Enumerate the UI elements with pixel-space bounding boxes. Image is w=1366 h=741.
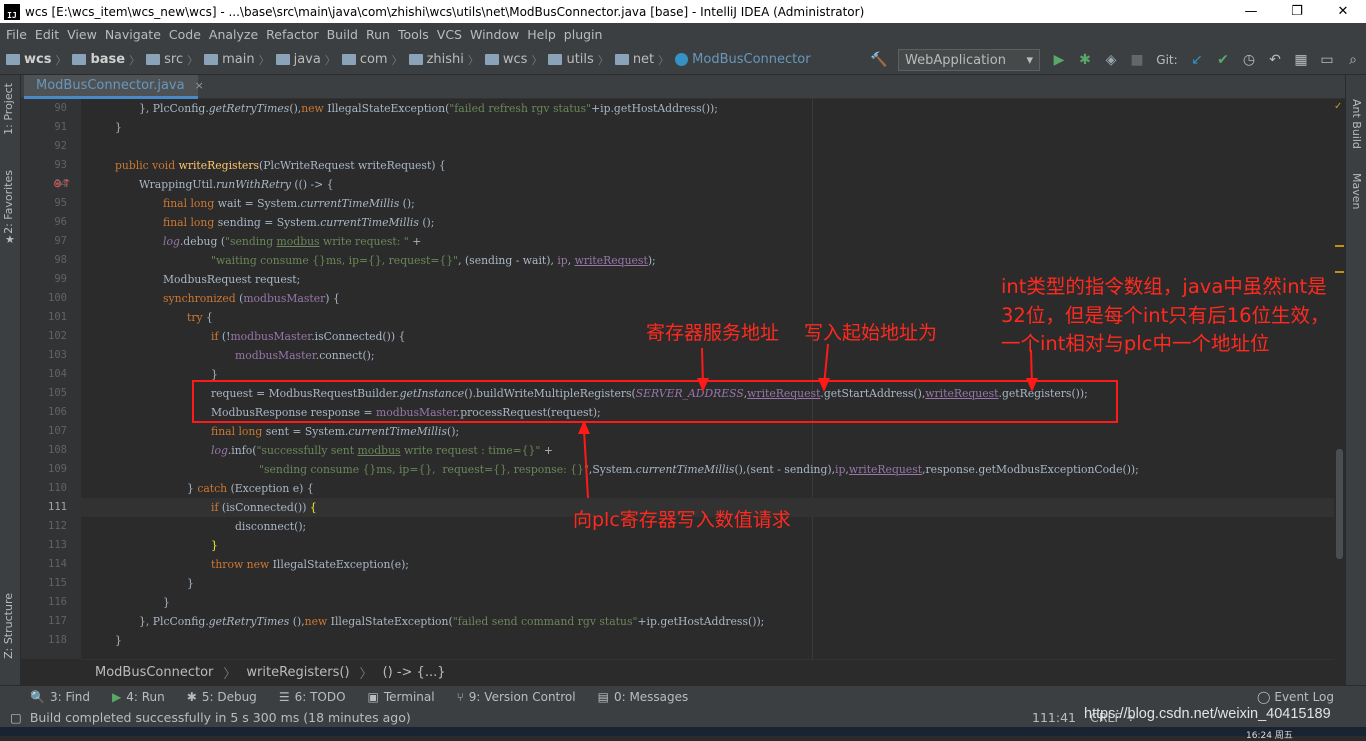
arrowhead	[1026, 378, 1038, 392]
arrow-request	[583, 429, 589, 499]
arrowhead	[818, 378, 830, 392]
arrowhead	[578, 420, 590, 434]
arrowhead	[697, 378, 709, 392]
annotation-arrows	[578, 343, 1038, 499]
annotation-int-note-3: 一个int相对与plc中一个地址位	[1001, 332, 1270, 355]
annotation-start-address: 写入起始地址为	[804, 322, 938, 344]
annotation-int-note-2: 32位，但是每个int只有后16位生效，	[1001, 304, 1330, 327]
annotation-server-address: 寄存器服务地址	[646, 322, 780, 344]
annotation-write-request: 向plc寄存器写入数值请求	[573, 509, 791, 531]
annotation-int-note-1: int类型的指令数组，java中虽然int是	[1001, 275, 1327, 298]
